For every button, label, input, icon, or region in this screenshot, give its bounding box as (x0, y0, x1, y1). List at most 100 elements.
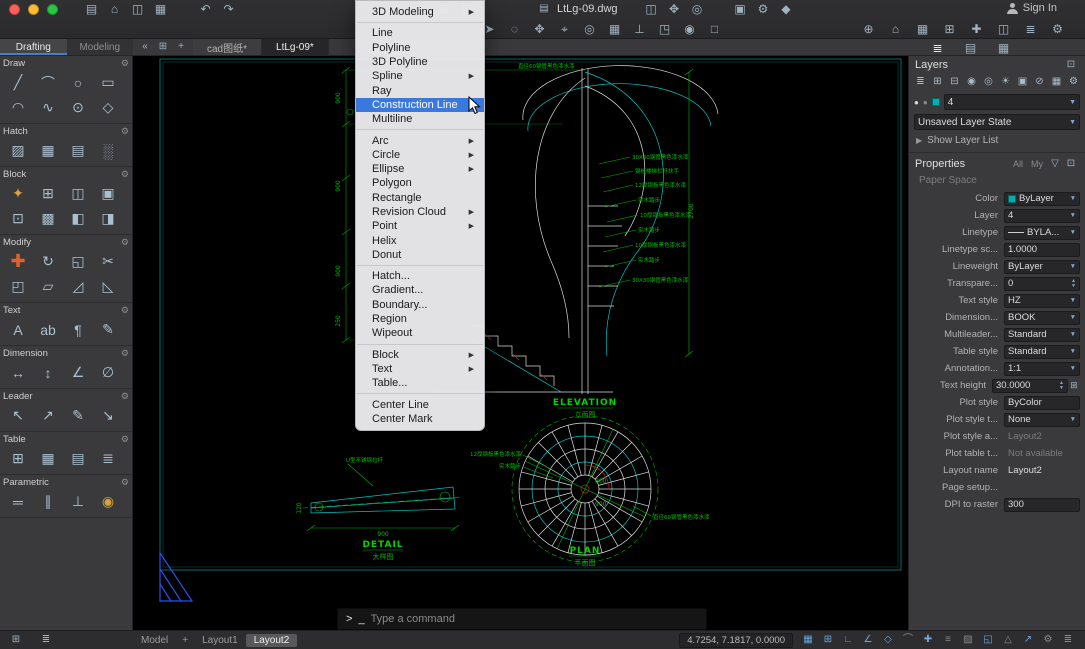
angular-dimension-tool-icon[interactable]: ∠ (63, 360, 93, 385)
new-layer-icon[interactable]: ⊞ (930, 75, 945, 89)
steering-wheel-icon[interactable]: ◉ (680, 21, 699, 36)
block-attributes-tool-icon[interactable]: ▣ (93, 181, 123, 206)
dpi-to-raster-input[interactable]: 300 (1004, 498, 1080, 512)
properties-my-button[interactable]: My (1027, 159, 1047, 169)
dimension-style-dropdown[interactable]: BOOK ▼ (1004, 311, 1080, 325)
text-height-stepper[interactable]: 30.0000 ▲▼ (992, 379, 1068, 393)
add-plotter-icon[interactable]: ⊕ (859, 21, 878, 36)
gradient-tool-icon[interactable]: ▦ (33, 138, 63, 163)
hatch-tool-icon[interactable]: ▨ (3, 138, 33, 163)
customization-icon[interactable]: ≣ (1061, 633, 1075, 648)
layout1-tab[interactable]: Layout1 (194, 634, 246, 647)
menu-item-helix[interactable]: Helix (356, 233, 484, 247)
home-view-icon[interactable]: ⌂ (886, 21, 905, 36)
menu-item-text[interactable]: Text▶ (356, 362, 484, 376)
mirror-tool-icon[interactable]: ◰ (3, 274, 33, 299)
file-tab-ltlg09[interactable]: LtLg-09* (262, 39, 329, 55)
explode-block-tool-icon[interactable]: ◨ (93, 206, 123, 231)
multileader-tool-icon[interactable]: ↖ (3, 403, 33, 428)
add-object-icon[interactable]: ✚ (967, 21, 986, 36)
tab-overview-icon[interactable]: ⊞ (155, 40, 171, 55)
layout2-tab[interactable]: Layout2 (246, 634, 298, 647)
menu-item-ray[interactable]: Ray (356, 83, 484, 97)
menu-item-rectangle[interactable]: Rectangle (356, 191, 484, 205)
remove-leader-tool-icon[interactable]: ↘ (93, 403, 123, 428)
annotation-scale-dropdown[interactable]: 1:1 ▼ (1004, 362, 1080, 376)
collapse-panel-icon[interactable]: « (137, 40, 153, 55)
sync-attributes-tool-icon[interactable]: ◧ (63, 206, 93, 231)
parallel-constraint-tool-icon[interactable]: ∥ (33, 489, 63, 514)
snap-mode-icon[interactable]: ⊞ (821, 633, 835, 648)
snap-display-icon[interactable]: ⊞ (940, 21, 959, 36)
section-gear-icon[interactable]: ⚙ (121, 237, 129, 248)
palette-grid-icon[interactable]: ⊞ (8, 633, 24, 648)
section-gear-icon[interactable]: ⚙ (121, 169, 129, 180)
file-tab-cad[interactable]: cad图纸* (193, 39, 262, 55)
menu-item-arc[interactable]: Arc▶ (356, 133, 484, 147)
fillet-tool-icon[interactable]: ◿ (63, 274, 93, 299)
tools-icon[interactable]: ⚙ (754, 2, 773, 17)
move-tool-icon[interactable]: ✚ (3, 249, 33, 274)
zoom-tool-icon[interactable]: ⌖ (555, 21, 574, 36)
multileader-style-dropdown[interactable]: Standard ▼ (1004, 328, 1080, 342)
menu-item-center-mark[interactable]: Center Mark (356, 412, 484, 426)
annotation-visibility-icon[interactable]: △ (1001, 633, 1015, 648)
menu-item-polygon[interactable]: Polygon (356, 176, 484, 190)
section-gear-icon[interactable]: ⚙ (121, 391, 129, 402)
tab-modeling[interactable]: Modeling (67, 39, 134, 55)
menu-item-line[interactable]: Line (356, 26, 484, 40)
color-dropdown[interactable]: ByLayer ▼ (1004, 192, 1080, 206)
object-snap-icon[interactable]: ◇ (881, 633, 895, 648)
object-snap-tracking-icon[interactable]: ⌒ (901, 633, 915, 648)
tab-drafting[interactable]: Drafting (0, 39, 67, 55)
menu-item-block[interactable]: Block▶ (356, 348, 484, 362)
menu-item-polyline[interactable]: Polyline (356, 41, 484, 55)
rectangle-tool-icon[interactable]: ▭ (93, 70, 123, 95)
line-tool-icon[interactable]: ╱ (3, 70, 33, 95)
layer-thaw-icon[interactable]: ☀ (998, 75, 1013, 89)
current-layer-dropdown[interactable]: 4 ▼ (944, 94, 1080, 110)
save-icon[interactable]: ◫ (128, 2, 147, 17)
text-style-dropdown[interactable]: HZ ▼ (1004, 294, 1080, 308)
redo-icon[interactable]: ↷ (219, 2, 238, 17)
stepper-arrows-icon[interactable]: ▲▼ (1059, 381, 1064, 390)
orbit-tool-icon[interactable]: ◎ (580, 21, 599, 36)
linear-dimension-tool-icon[interactable]: ↔ (3, 360, 33, 385)
pan-tool-icon[interactable]: ✥ (530, 21, 549, 36)
render-icon[interactable]: ▣ (731, 2, 750, 17)
plot-style-table-dropdown[interactable]: None ▼ (1004, 413, 1080, 427)
linetype-dropdown[interactable]: BYLA... ▼ (1004, 226, 1080, 240)
annotation-scale-icon[interactable]: ↗ (1021, 633, 1035, 648)
edit-text-tool-icon[interactable]: ✎ (93, 317, 123, 342)
boundary-tool-icon[interactable]: ▤ (63, 138, 93, 163)
menu-item-wipeout[interactable]: Wipeout (356, 326, 484, 340)
orbit-icon[interactable]: ◎ (688, 2, 707, 17)
table-export-tool-icon[interactable]: ▤ (63, 446, 93, 471)
layer-lock-icon[interactable]: ⊘ (1032, 75, 1047, 89)
transparency-stepper[interactable]: 0 ▲▼ (1004, 277, 1080, 291)
menu-item-gradient[interactable]: Gradient... (356, 283, 484, 297)
manage-attributes-tool-icon[interactable]: ▩ (33, 206, 63, 231)
perpendicular-constraint-tool-icon[interactable]: ⊥ (63, 489, 93, 514)
zoom-window-button[interactable] (47, 4, 58, 15)
layer-color-swatch[interactable] (932, 98, 940, 106)
paragraph-text-tool-icon[interactable]: ¶ (63, 317, 93, 342)
reference-palette-tab[interactable]: ▦ (994, 40, 1013, 55)
menu-item-construction-line[interactable]: Construction Line (356, 98, 484, 112)
pin-icon[interactable]: ⊡ (1063, 156, 1079, 171)
layer-freeze-dot-icon[interactable]: ● (923, 98, 928, 107)
ucs-icon-button[interactable]: ⊥ (630, 21, 649, 36)
section-gear-icon[interactable]: ⚙ (121, 434, 129, 445)
print-icon[interactable]: ▦ (151, 2, 170, 17)
edit-block-tool-icon[interactable]: ◫ (63, 181, 93, 206)
menu-item-hatch[interactable]: Hatch... (356, 269, 484, 283)
section-gear-icon[interactable]: ⚙ (121, 477, 129, 488)
lineweight-dropdown[interactable]: ByLayer ▼ (1004, 260, 1080, 274)
fix-constraint-tool-icon[interactable]: ◉ (93, 489, 123, 514)
menu-item-donut[interactable]: Donut (356, 248, 484, 262)
single-line-text-tool-icon[interactable]: ab (33, 317, 63, 342)
table-tool-icon[interactable]: ⊞ (3, 446, 33, 471)
filter-icon[interactable]: ▽ (1047, 156, 1063, 171)
create-block-tool-icon[interactable]: ⊞ (33, 181, 63, 206)
chamfer-tool-icon[interactable]: ◺ (93, 274, 123, 299)
